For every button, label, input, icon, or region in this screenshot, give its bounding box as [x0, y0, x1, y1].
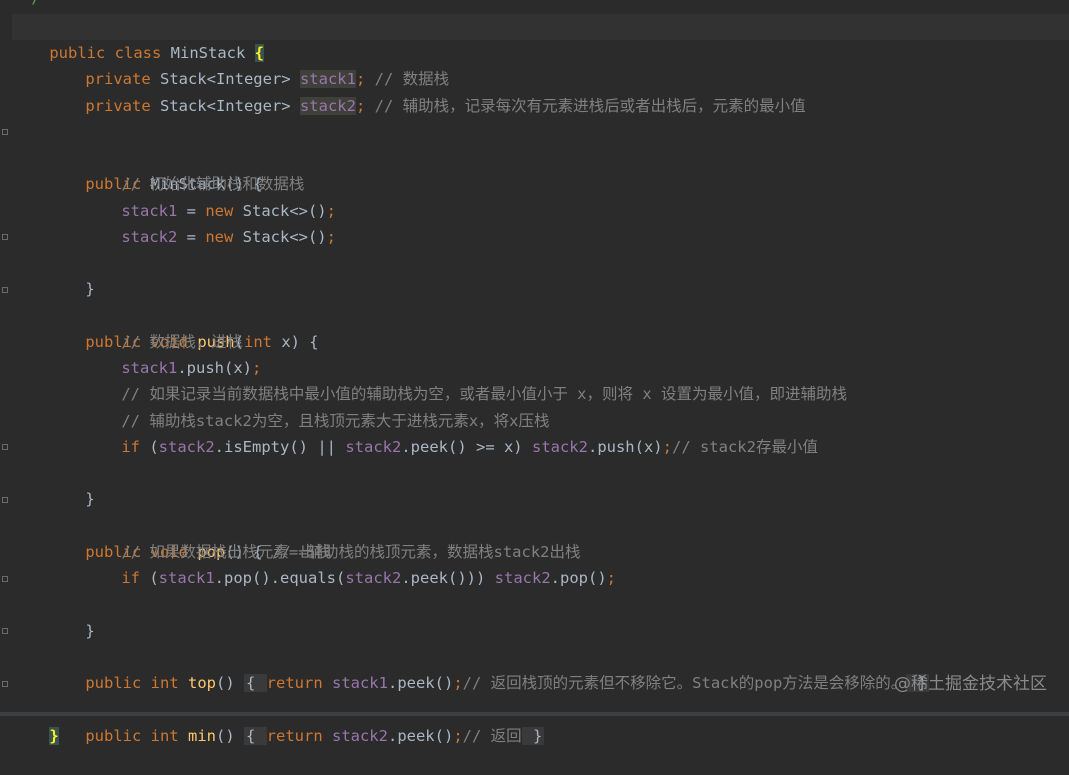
field-stack2: stack2: [299, 97, 356, 115]
semicolon: ;: [453, 727, 463, 745]
code-line-comment[interactable]: // 如果数据栈出栈元素==辅助栈的栈顶元素，数据栈stack2出栈: [12, 513, 1069, 561]
watermark-text: @稀土掘金技术社区: [894, 674, 1047, 694]
comment: // 返回: [462, 727, 522, 745]
code-line-push-method[interactable]: public void push(int x) {: [2, 277, 1069, 351]
fold-marker-icon[interactable]: [2, 497, 8, 503]
fold-marker-icon[interactable]: [2, 444, 8, 450]
semicolon: ;: [355, 97, 375, 115]
code-line-top-method[interactable]: public int top() { return stack1.peek();…: [2, 618, 1069, 692]
fold-marker-icon[interactable]: [2, 681, 8, 687]
keyword: return: [266, 727, 332, 745]
code-line-comment[interactable]: // 初始化辅助栈和数据栈: [12, 145, 1069, 193]
folded-brace-close[interactable]: }: [521, 727, 545, 745]
code-line-class-declaration[interactable]: public class MinStack {: [12, 14, 1069, 62]
code-line-close-brace[interactable]: }: [2, 434, 1069, 508]
editor-gutter[interactable]: [0, 0, 12, 716]
fold-marker-icon[interactable]: [2, 576, 8, 582]
code-line-comment[interactable]: // 辅助栈stack2为空，且栈顶元素大于进栈元素x，将x压栈: [12, 382, 1069, 430]
code-line-if-pop[interactable]: if (stack1.pop().equals(stack2.peek())) …: [12, 539, 1069, 587]
method-call: .peek(): [387, 727, 454, 745]
folded-brace-open[interactable]: {: [243, 727, 267, 745]
code-line-init-stack1[interactable]: stack1 = new Stack<>();: [12, 172, 1069, 220]
fold-marker-icon[interactable]: [2, 129, 8, 135]
method-name: min: [187, 727, 216, 745]
code-line-comment[interactable]: // 如果记录当前数据栈中最小值的辅助栈为空，或者最小值小于 x，则将 x 设置…: [12, 355, 1069, 403]
code-line-close-brace[interactable]: }: [2, 224, 1069, 298]
code-line-class-close[interactable]: }: [12, 697, 1069, 745]
comment: // 辅助栈，记录每次有元素进栈后或者出栈后，元素的最小值: [374, 97, 806, 115]
punctuation: (): [215, 727, 244, 745]
matched-brace: }: [49, 727, 59, 745]
fold-marker-icon[interactable]: [2, 628, 8, 634]
code-line-init-stack2[interactable]: stack2 = new Stack<>();: [12, 198, 1069, 246]
code-line-push-stack1[interactable]: stack1.push(x);: [12, 329, 1069, 377]
code-editor[interactable]: */ public class MinStack { private Stack…: [0, 0, 1069, 745]
horizontal-scrollbar[interactable]: [0, 712, 1069, 716]
code-line-pop-method[interactable]: public void pop() { // 出栈: [2, 487, 1069, 561]
code-line-comment[interactable]: // 数据栈，进栈: [12, 303, 1069, 351]
keyword: private: [85, 97, 160, 115]
code-line-field-stack2[interactable]: private Stack<Integer> stack2; // 辅助栈，记录…: [12, 67, 1069, 115]
keyword: public int: [85, 727, 188, 745]
field-stack2: stack2: [331, 727, 388, 745]
type-name: Stack<Integer>: [159, 97, 300, 115]
code-line-field-stack1[interactable]: private Stack<Integer> stack1; // 数据栈: [12, 40, 1069, 88]
fold-marker-icon[interactable]: [2, 287, 8, 293]
code-line-close-brace[interactable]: }: [2, 566, 1069, 640]
code-line-if-push[interactable]: if (stack2.isEmpty() || stack2.peek() >=…: [12, 408, 1069, 456]
comment-end-token: */: [22, 0, 41, 6]
code-line-constructor[interactable]: public MinStack() {: [2, 119, 1069, 193]
fold-marker-icon[interactable]: [2, 234, 8, 240]
